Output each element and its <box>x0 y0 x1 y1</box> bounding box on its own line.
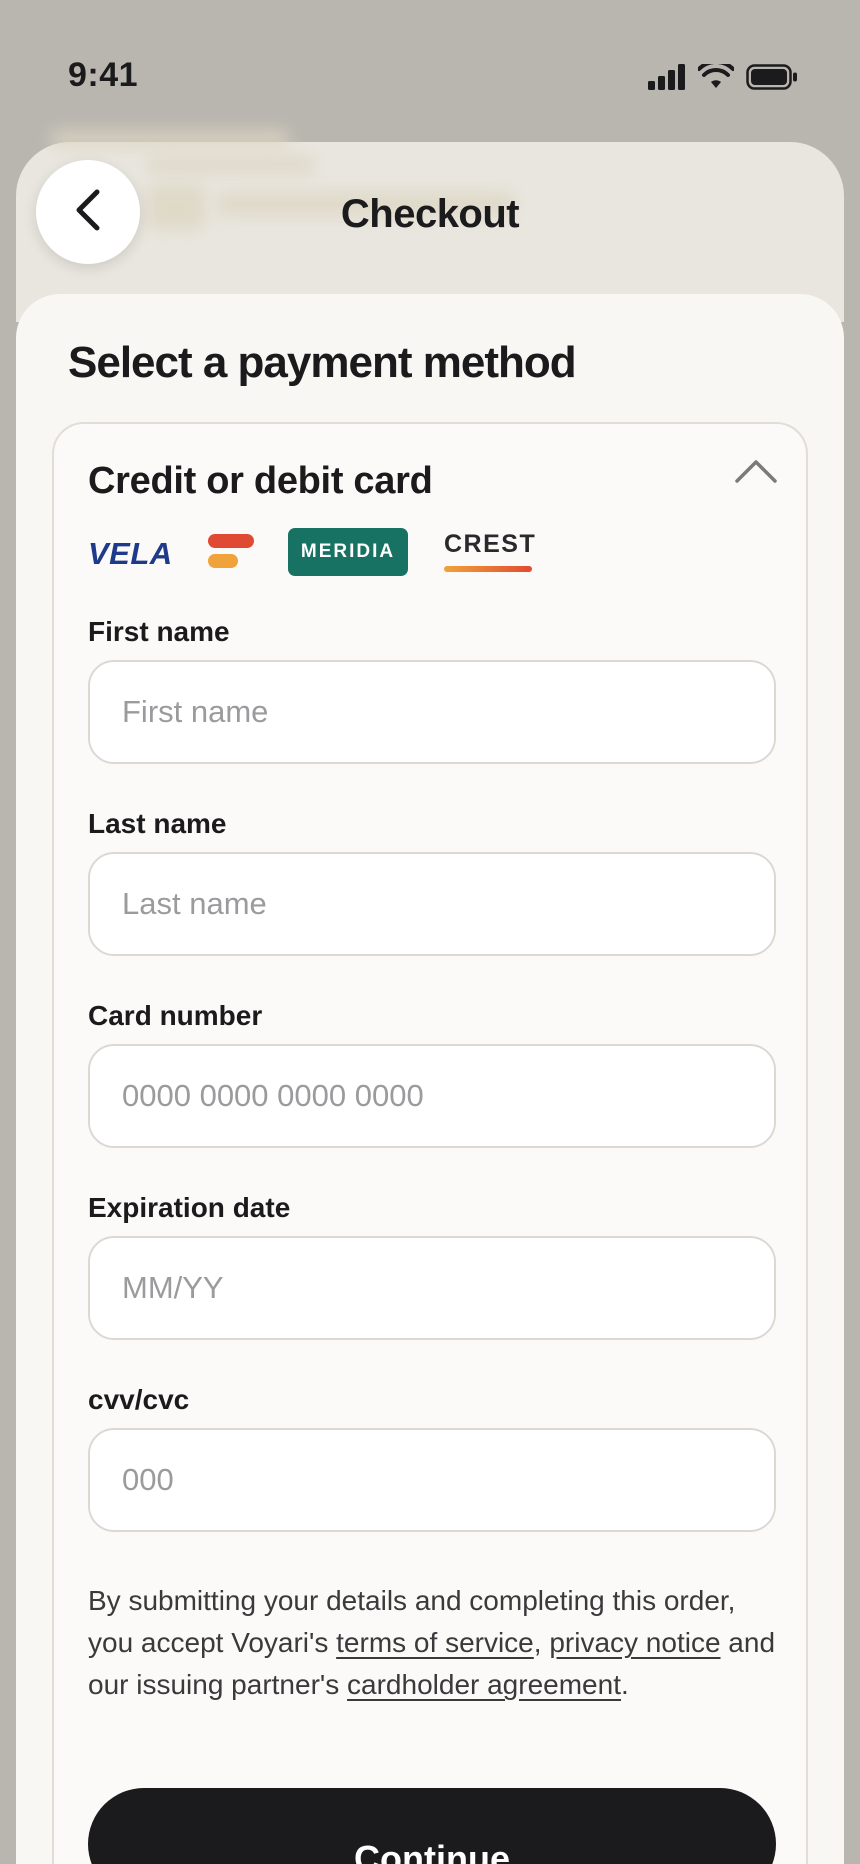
blurred-content <box>50 130 290 148</box>
crest-logo-text: CREST <box>444 530 537 558</box>
legal-text: , <box>533 1627 550 1658</box>
meridia-logo: MERIDIA <box>288 528 408 576</box>
cardholder-agreement-link[interactable]: cardholder agreement <box>347 1669 621 1700</box>
card-number-input[interactable] <box>88 1044 776 1148</box>
collapse-toggle[interactable] <box>734 456 778 486</box>
card-payment-panel: Credit or debit card VELA MERIDIA CREST … <box>52 422 808 1864</box>
chevron-up-icon <box>734 460 778 490</box>
back-button[interactable] <box>36 160 140 264</box>
bars-logo-icon <box>206 532 256 572</box>
status-icons <box>648 64 798 90</box>
crest-logo-bar <box>444 566 532 572</box>
last-name-label: Last name <box>88 808 227 839</box>
crest-logo: CREST <box>444 530 537 576</box>
expiration-date-input[interactable] <box>88 1236 776 1340</box>
expiration-date-label: Expiration date <box>88 1192 291 1223</box>
payment-sheet: Select a payment method Credit or debit … <box>16 294 844 1864</box>
vela-logo: VELA <box>88 536 173 571</box>
cvv-label: cvv/cvc <box>88 1384 190 1415</box>
card-number-label: Card number <box>88 1000 263 1031</box>
last-name-input[interactable] <box>88 852 776 956</box>
first-name-input[interactable] <box>88 660 776 764</box>
blurred-content <box>146 156 316 174</box>
cvv-input[interactable] <box>88 1428 776 1532</box>
wifi-icon <box>698 64 734 90</box>
terms-of-service-link[interactable]: terms of service <box>336 1627 534 1658</box>
legal-notice: By submitting your details and completin… <box>88 1580 788 1706</box>
panel-title: Credit or debit card <box>88 460 433 502</box>
continue-button[interactable]: Continue <box>88 1788 776 1864</box>
legal-text: . <box>620 1669 629 1700</box>
section-title: Select a payment method <box>68 338 577 387</box>
status-time: 9:41 <box>68 56 139 94</box>
checkout-screen: 9:41 Checkout Select a payment method Cr… <box>0 0 860 1864</box>
cellular-signal-icon <box>648 64 686 90</box>
chevron-left-icon <box>73 188 103 237</box>
battery-icon <box>746 64 798 90</box>
card-brand-logos: VELA MERIDIA CREST <box>88 528 688 578</box>
first-name-label: First name <box>88 616 230 647</box>
privacy-notice-link[interactable]: privacy notice <box>549 1627 720 1658</box>
